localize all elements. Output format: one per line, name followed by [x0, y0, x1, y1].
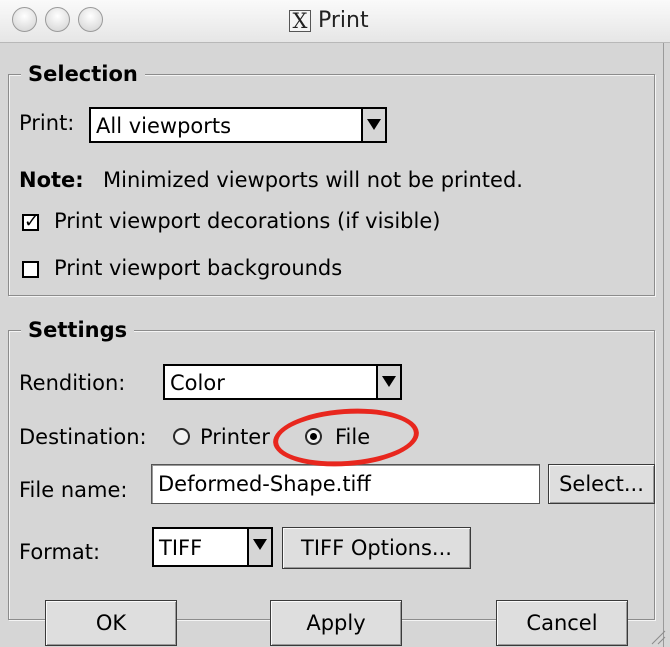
print-scope-select[interactable]: All viewports — [89, 107, 387, 143]
decorations-label: Print viewport decorations (if visible) — [54, 209, 441, 233]
filename-label: File name: — [19, 478, 128, 502]
selection-group-title: Selection — [21, 62, 145, 86]
checkmark-icon: ✓ — [24, 211, 40, 232]
select-file-button[interactable]: Select... — [548, 464, 655, 504]
print-scope-value: All viewports — [96, 114, 232, 138]
zoom-window-icon[interactable] — [78, 7, 103, 32]
apply-button[interactable]: Apply — [270, 600, 402, 646]
close-window-icon[interactable] — [12, 7, 37, 32]
ok-button[interactable]: OK — [45, 600, 177, 646]
chevron-down-icon[interactable] — [361, 107, 387, 143]
decorations-checkbox[interactable]: ✓ — [22, 211, 40, 232]
format-select[interactable]: TIFF — [152, 527, 273, 567]
note-heading: Note: — [19, 168, 84, 192]
filename-field[interactable]: Deformed-Shape.tiff — [151, 464, 540, 504]
rendition-label: Rendition: — [19, 371, 126, 395]
destination-label: Destination: — [19, 425, 147, 449]
backgrounds-label: Print viewport backgrounds — [54, 256, 343, 280]
rendition-value: Color — [170, 371, 225, 395]
chevron-down-icon[interactable] — [376, 364, 402, 400]
chevron-down-icon[interactable] — [247, 527, 273, 567]
filename-value: Deformed-Shape.tiff — [158, 472, 371, 496]
window-title: Print — [318, 8, 369, 33]
note-text: Minimized viewports will not be printed. — [103, 168, 523, 192]
backgrounds-checkbox[interactable] — [22, 261, 39, 278]
destination-printer-label: Printer — [200, 425, 270, 449]
resize-grip-icon[interactable] — [648, 627, 666, 645]
tiff-options-button[interactable]: TIFF Options... — [282, 527, 471, 569]
print-label: Print: — [19, 111, 75, 135]
print-dialog: Selection Print: All viewports Note: Min… — [0, 43, 664, 647]
x11-icon: X — [289, 10, 311, 32]
format-value: TIFF — [159, 536, 203, 560]
destination-printer-radio[interactable] — [173, 428, 190, 445]
cancel-button[interactable]: Cancel — [496, 600, 628, 646]
rendition-select[interactable]: Color — [163, 364, 402, 400]
settings-group-title: Settings — [21, 318, 135, 342]
format-label: Format: — [19, 540, 101, 564]
title-bar: X Print — [0, 0, 670, 43]
minimize-window-icon[interactable] — [45, 7, 70, 32]
